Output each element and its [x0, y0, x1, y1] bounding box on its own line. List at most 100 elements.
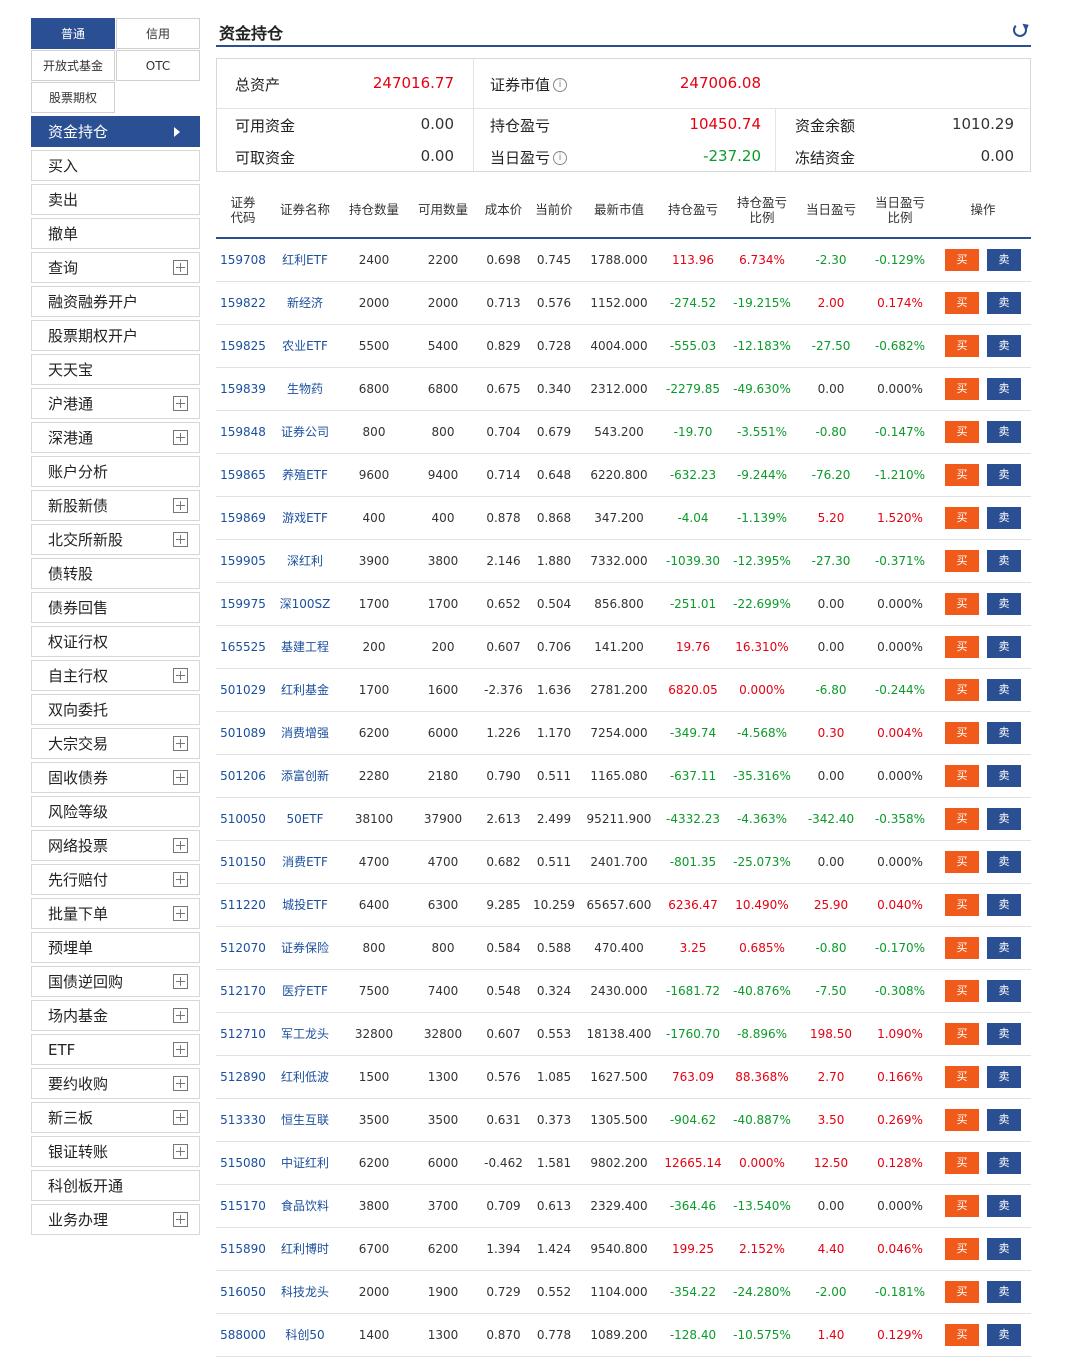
sell-button[interactable]: 卖: [987, 807, 1021, 830]
sell-button[interactable]: 卖: [987, 1065, 1021, 1088]
buy-button[interactable]: 买: [945, 893, 979, 916]
cell-name[interactable]: 中证红利: [270, 1141, 340, 1184]
sidebar-item[interactable]: ETF: [31, 1034, 200, 1065]
sidebar-item[interactable]: 股票期权开户: [31, 320, 200, 351]
cell-code[interactable]: 510150: [216, 840, 270, 883]
expand-plus-icon[interactable]: [173, 906, 188, 921]
sidebar-item[interactable]: 新股新债: [31, 490, 200, 521]
cell-name[interactable]: 医疗ETF: [270, 969, 340, 1012]
cell-name[interactable]: 消费增强: [270, 711, 340, 754]
sell-button[interactable]: 卖: [987, 635, 1021, 658]
sidebar-item[interactable]: 买入: [31, 150, 200, 181]
buy-button[interactable]: 买: [945, 635, 979, 658]
sidebar-item[interactable]: 固收债券: [31, 762, 200, 793]
cell-name[interactable]: 红利博时: [270, 1227, 340, 1270]
expand-plus-icon[interactable]: [173, 668, 188, 683]
cell-code[interactable]: 165525: [216, 625, 270, 668]
tab-stock-options[interactable]: 股票期权: [31, 82, 115, 113]
buy-button[interactable]: 买: [945, 764, 979, 787]
buy-button[interactable]: 买: [945, 721, 979, 744]
cell-name[interactable]: 深100SZ: [270, 582, 340, 625]
sidebar-item[interactable]: 债券回售: [31, 592, 200, 623]
buy-button[interactable]: 买: [945, 1323, 979, 1346]
cell-name[interactable]: 科技龙头: [270, 1270, 340, 1313]
sidebar-item[interactable]: 卖出: [31, 184, 200, 215]
cell-name[interactable]: 证券保险: [270, 926, 340, 969]
expand-plus-icon[interactable]: [173, 736, 188, 751]
info-icon[interactable]: i: [553, 77, 568, 92]
buy-button[interactable]: 买: [945, 377, 979, 400]
sidebar-item[interactable]: 天天宝: [31, 354, 200, 385]
cell-code[interactable]: 512710: [216, 1012, 270, 1055]
sidebar-item[interactable]: 撤单: [31, 218, 200, 249]
cell-name[interactable]: 城投ETF: [270, 883, 340, 926]
cell-code[interactable]: 501206: [216, 754, 270, 797]
refresh-icon[interactable]: [1013, 23, 1027, 37]
cell-code[interactable]: 511220: [216, 883, 270, 926]
buy-button[interactable]: 买: [945, 291, 979, 314]
buy-button[interactable]: 买: [945, 463, 979, 486]
sidebar-item[interactable]: 风险等级: [31, 796, 200, 827]
cell-name[interactable]: 红利基金: [270, 668, 340, 711]
sell-button[interactable]: 卖: [987, 721, 1021, 744]
sell-button[interactable]: 卖: [987, 463, 1021, 486]
sidebar-item[interactable]: 预埋单: [31, 932, 200, 963]
expand-plus-icon[interactable]: [173, 974, 188, 989]
sell-button[interactable]: 卖: [987, 1108, 1021, 1131]
buy-button[interactable]: 买: [945, 549, 979, 572]
buy-button[interactable]: 买: [945, 850, 979, 873]
expand-plus-icon[interactable]: [173, 532, 188, 547]
sidebar-item[interactable]: 要约收购: [31, 1068, 200, 1099]
cell-name[interactable]: 军工龙头: [270, 1012, 340, 1055]
cell-name[interactable]: 50ETF: [270, 797, 340, 840]
cell-code[interactable]: 159822: [216, 281, 270, 324]
sell-button[interactable]: 卖: [987, 549, 1021, 572]
cell-code[interactable]: 159975: [216, 582, 270, 625]
sell-button[interactable]: 卖: [987, 979, 1021, 1002]
cell-name[interactable]: 养殖ETF: [270, 453, 340, 496]
buy-button[interactable]: 买: [945, 334, 979, 357]
expand-plus-icon[interactable]: [173, 838, 188, 853]
expand-plus-icon[interactable]: [173, 770, 188, 785]
sell-button[interactable]: 卖: [987, 420, 1021, 443]
expand-plus-icon[interactable]: [173, 872, 188, 887]
sidebar-item[interactable]: 自主行权: [31, 660, 200, 691]
sidebar-item[interactable]: 银证转账: [31, 1136, 200, 1167]
buy-button[interactable]: 买: [945, 979, 979, 1002]
expand-plus-icon[interactable]: [173, 1110, 188, 1125]
tab-otc[interactable]: OTC: [116, 50, 200, 81]
sell-button[interactable]: 卖: [987, 850, 1021, 873]
sidebar-item[interactable]: 债转股: [31, 558, 200, 589]
buy-button[interactable]: 买: [945, 1108, 979, 1131]
sidebar-item[interactable]: 权证行权: [31, 626, 200, 657]
cell-name[interactable]: 红利ETF: [270, 238, 340, 281]
sell-button[interactable]: 卖: [987, 1323, 1021, 1346]
buy-button[interactable]: 买: [945, 506, 979, 529]
sidebar-item[interactable]: 沪港通: [31, 388, 200, 419]
cell-name[interactable]: 游戏ETF: [270, 496, 340, 539]
buy-button[interactable]: 买: [945, 1280, 979, 1303]
cell-name[interactable]: 恒生互联: [270, 1098, 340, 1141]
tab-normal[interactable]: 普通: [31, 18, 115, 49]
expand-plus-icon[interactable]: [173, 1144, 188, 1159]
buy-button[interactable]: 买: [945, 1022, 979, 1045]
sidebar-item[interactable]: 科创板开通: [31, 1170, 200, 1201]
sell-button[interactable]: 卖: [987, 678, 1021, 701]
sidebar-item[interactable]: 批量下单: [31, 898, 200, 929]
sell-button[interactable]: 卖: [987, 334, 1021, 357]
cell-code[interactable]: 501089: [216, 711, 270, 754]
tab-open-fund[interactable]: 开放式基金: [31, 50, 115, 81]
buy-button[interactable]: 买: [945, 1065, 979, 1088]
buy-button[interactable]: 买: [945, 1151, 979, 1174]
cell-code[interactable]: 513330: [216, 1098, 270, 1141]
sidebar-item[interactable]: 先行赔付: [31, 864, 200, 895]
info-icon[interactable]: i: [553, 150, 568, 165]
buy-button[interactable]: 买: [945, 807, 979, 830]
sidebar-item[interactable]: 查询: [31, 252, 200, 283]
sell-button[interactable]: 卖: [987, 377, 1021, 400]
cell-code[interactable]: 159848: [216, 410, 270, 453]
cell-code[interactable]: 159905: [216, 539, 270, 582]
cell-name[interactable]: 新经济: [270, 281, 340, 324]
buy-button[interactable]: 买: [945, 248, 979, 271]
expand-plus-icon[interactable]: [173, 260, 188, 275]
